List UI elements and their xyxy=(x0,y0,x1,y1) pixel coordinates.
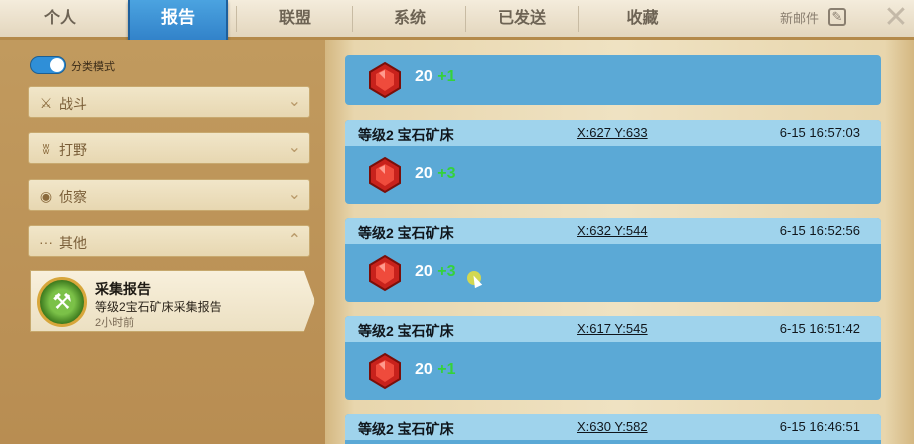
entry-time: 6-15 16:46:51 xyxy=(779,419,860,434)
coordinates-link[interactable]: X:617 Y:545 xyxy=(577,321,648,336)
entry-header: 等级2 宝石矿床 X:617 Y:545 6-15 16:51:42 xyxy=(345,316,881,342)
chevron-down-icon: ⌄ xyxy=(287,93,301,110)
crossed-swords-icon: ⚔ xyxy=(39,95,53,111)
amount-value: 20 xyxy=(415,361,433,378)
coordinates-link[interactable]: X:630 Y:582 xyxy=(577,419,648,434)
coordinates-link[interactable]: X:632 Y:544 xyxy=(577,223,648,238)
entry-title: 等级2 宝石矿床 xyxy=(358,421,454,437)
category-label: 其他 xyxy=(59,235,87,251)
entry-title: 等级2 宝石矿床 xyxy=(358,225,454,241)
amount-bonus: +1 xyxy=(437,68,456,85)
amount-value: 20 xyxy=(415,165,433,182)
report-subtitle: 等级2宝石矿床采集报告 xyxy=(95,300,222,314)
tab-sent[interactable]: 已发送 xyxy=(467,0,577,37)
tab-divider xyxy=(236,6,237,32)
entry-header: 等级2 宝石矿床 X:632 Y:544 6-15 16:52:56 xyxy=(345,218,881,244)
category-mode-toggle[interactable] xyxy=(30,56,66,74)
report-time: 2小时前 xyxy=(95,317,135,329)
chevron-up-icon: ⌃ xyxy=(287,232,301,249)
tab-favorites[interactable]: 收藏 xyxy=(580,0,705,37)
report-entry[interactable]: 等级2 宝石矿床 X:627 Y:633 6-15 16:57:03 20 +3 xyxy=(345,120,881,204)
category-label: 打野 xyxy=(59,142,87,158)
category-hunt[interactable]: ʬ 打野 ⌄ xyxy=(28,132,310,164)
amount-value: 20 xyxy=(415,263,433,280)
category-label: 侦察 xyxy=(59,189,87,205)
gem-amount: 20 +3 xyxy=(415,263,456,281)
category-battle[interactable]: ⚔ 战斗 ⌄ xyxy=(28,86,310,118)
pickaxe-icon: ⚒ xyxy=(37,277,87,327)
gem-amount: 20 +1 xyxy=(415,361,456,379)
report-entry[interactable]: 等级2 宝石矿床 X:617 Y:545 6-15 16:51:42 20 +1 xyxy=(345,316,881,400)
chevron-down-icon: ⌄ xyxy=(287,186,301,203)
entry-title: 等级2 宝石矿床 xyxy=(358,323,454,339)
entry-header: 等级2 宝石矿床 X:627 Y:633 6-15 16:57:03 xyxy=(345,120,881,146)
report-entry[interactable]: 等级2 宝石矿床 X:632 Y:544 6-15 16:52:56 20 +3 xyxy=(345,218,881,302)
amount-bonus: +3 xyxy=(437,263,456,280)
coordinates-link[interactable]: X:627 Y:633 xyxy=(577,125,648,140)
entry-time: 6-15 16:52:56 xyxy=(779,223,860,238)
close-icon[interactable]: ✕ xyxy=(882,3,910,33)
amount-bonus: +3 xyxy=(437,165,456,182)
category-other[interactable]: ··· 其他 ⌃ xyxy=(28,225,310,257)
tab-divider xyxy=(465,6,466,32)
tab-system[interactable]: 系统 xyxy=(355,0,465,37)
new-mail-label[interactable]: 新邮件 xyxy=(780,0,819,37)
entry-time: 6-15 16:51:42 xyxy=(779,321,860,336)
paw-icon: ʬ xyxy=(42,141,50,157)
category-label: 战斗 xyxy=(59,96,87,112)
chevron-down-icon: ⌄ xyxy=(287,139,301,156)
tab-divider xyxy=(578,6,579,32)
entry-header: 等级2 宝石矿床 X:630 Y:582 6-15 16:46:51 xyxy=(345,414,881,440)
report-entry[interactable]: 20 +1 xyxy=(345,55,881,105)
gather-report-item[interactable]: ⚒ 采集报告 等级2宝石矿床采集报告 2小时前 xyxy=(30,270,315,332)
amount-bonus: +1 xyxy=(437,361,456,378)
gem-amount: 20 +3 xyxy=(415,165,456,183)
toggle-label: 分类模式 xyxy=(71,61,115,73)
report-entry[interactable]: 等级2 宝石矿床 X:630 Y:582 6-15 16:46:51 xyxy=(345,414,881,444)
gem-icon xyxy=(367,352,403,390)
tab-alliance[interactable]: 联盟 xyxy=(240,0,350,37)
tab-personal[interactable]: 个人 xyxy=(20,0,100,37)
tab-divider xyxy=(352,6,353,32)
gem-icon xyxy=(367,156,403,194)
toggle-knob xyxy=(50,58,64,72)
eye-icon: ◉ xyxy=(39,188,53,204)
entry-title: 等级2 宝石矿床 xyxy=(358,127,454,143)
amount-value: 20 xyxy=(415,68,433,85)
compose-icon[interactable]: ✎ xyxy=(828,8,846,26)
category-scout[interactable]: ◉ 侦察 ⌄ xyxy=(28,179,310,211)
ellipsis-icon: ··· xyxy=(39,234,53,250)
gem-icon xyxy=(367,61,403,99)
report-title: 采集报告 xyxy=(95,281,151,297)
gem-amount: 20 +1 xyxy=(415,68,456,86)
entry-time: 6-15 16:57:03 xyxy=(779,125,860,140)
gem-icon xyxy=(367,254,403,292)
